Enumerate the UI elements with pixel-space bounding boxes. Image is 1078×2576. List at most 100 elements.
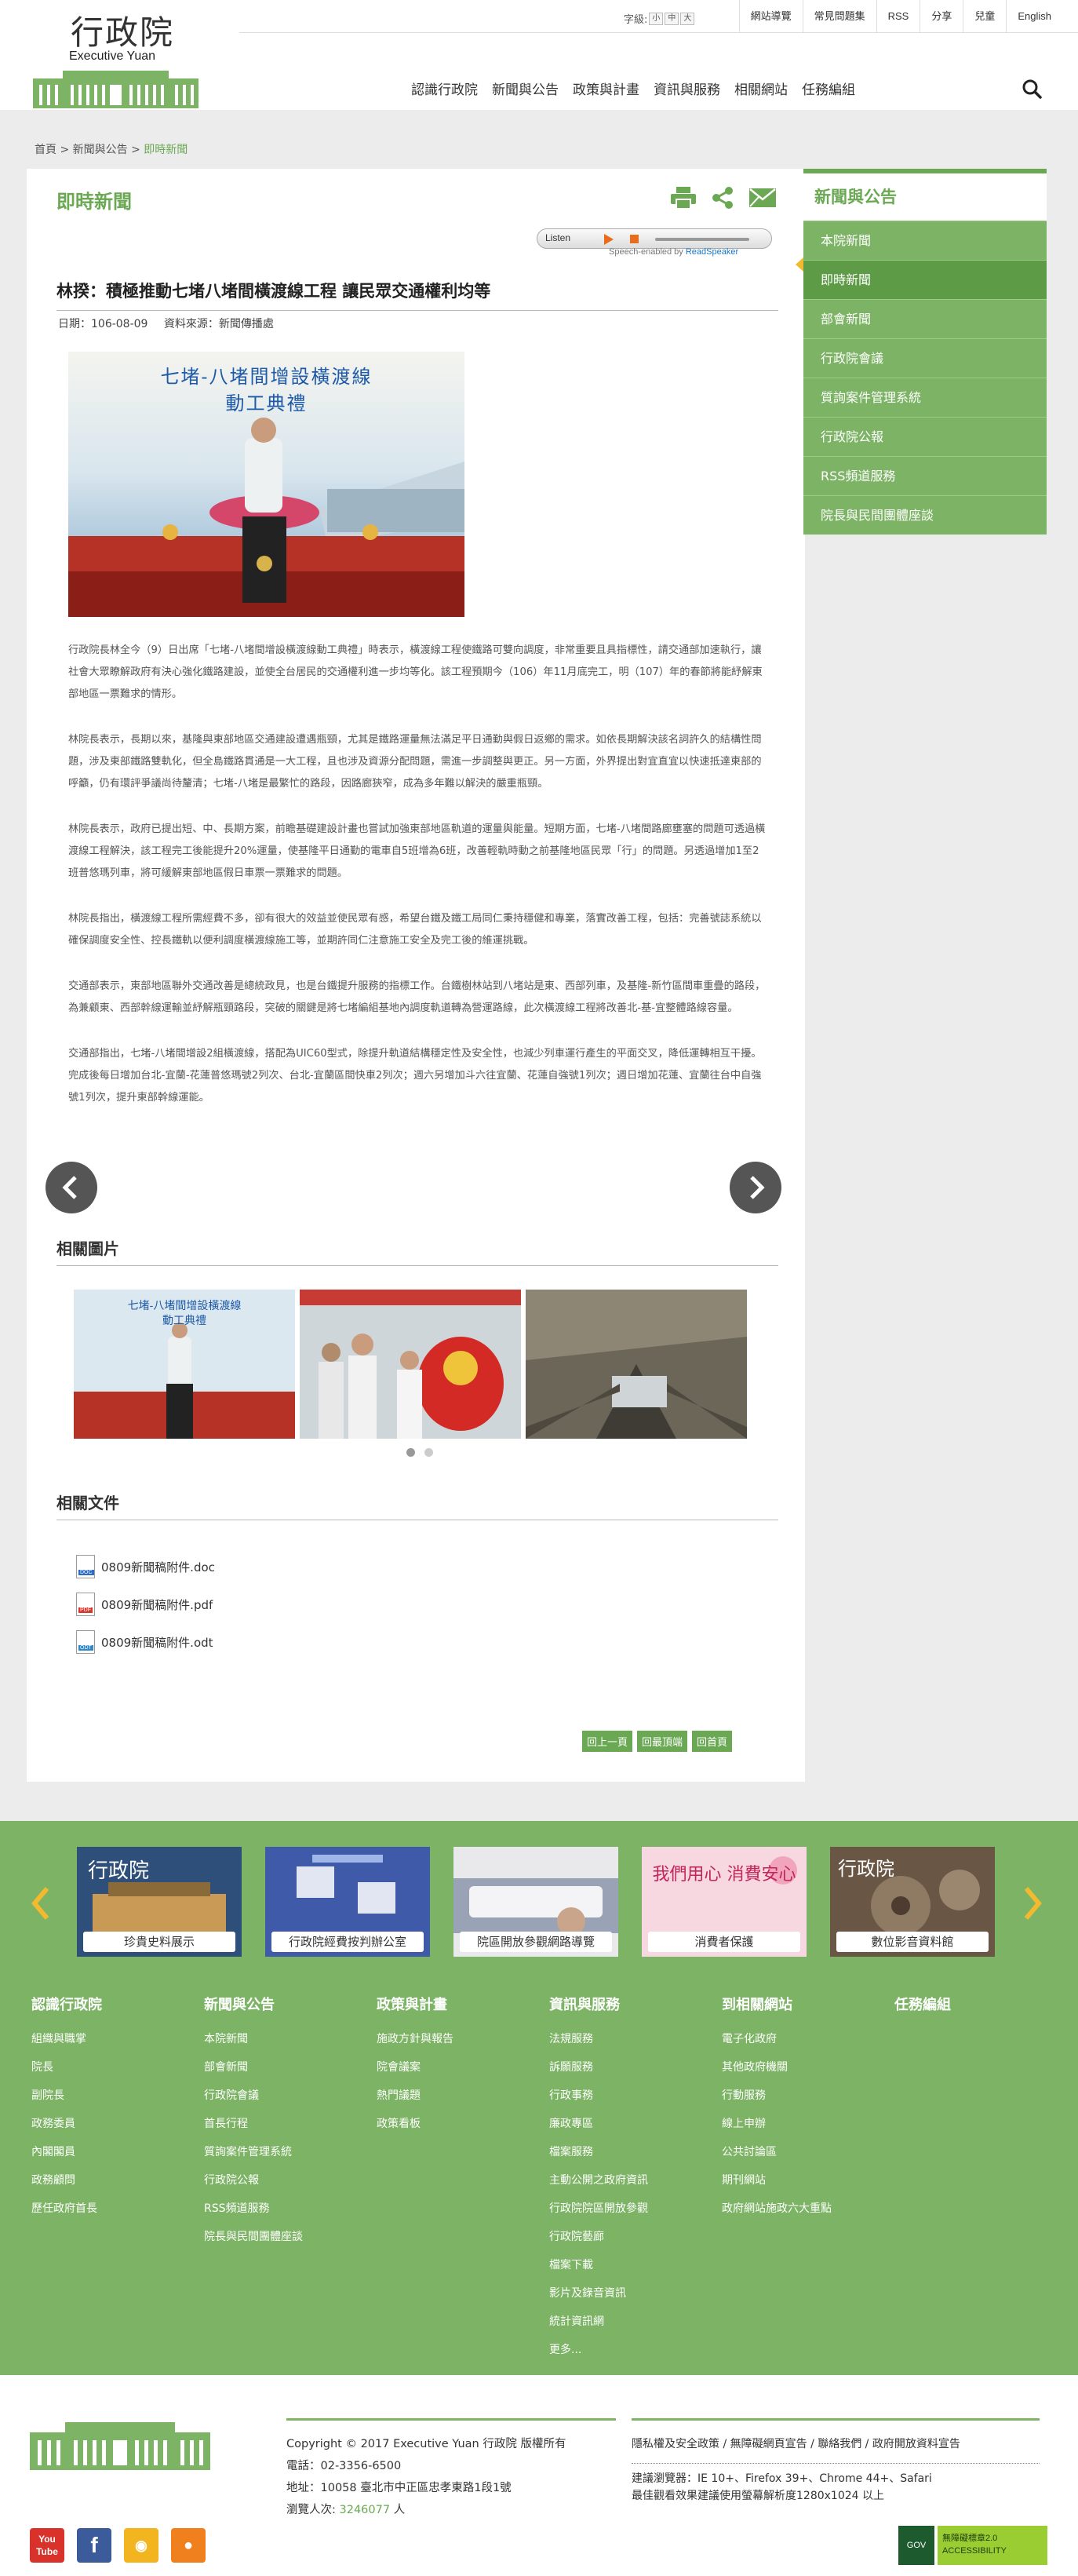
volume-slider[interactable] [655, 238, 749, 241]
gallery-thumb-3[interactable] [526, 1290, 747, 1439]
gallery-prev-button[interactable] [46, 1162, 97, 1213]
top-button[interactable]: 回最頂端 [637, 1731, 688, 1752]
footer-link[interactable]: 政務委員 [31, 2110, 102, 2138]
top-link-sitemap[interactable]: 網站導覽 [738, 0, 803, 33]
top-link-english[interactable]: English [1006, 0, 1062, 33]
font-size-medium[interactable]: 中 [665, 12, 679, 25]
rss-icon[interactable]: ● [171, 2528, 206, 2563]
footer-link[interactable]: 影片及錄音資訊 [549, 2279, 648, 2308]
search-icon[interactable] [1022, 78, 1042, 99]
main-nav-news[interactable]: 新聞與公告 [485, 78, 566, 98]
gallery-dot-2[interactable] [424, 1448, 433, 1457]
main-nav-policy[interactable]: 政策與計畫 [566, 78, 646, 98]
footer-link[interactable]: 政務顧問 [31, 2166, 102, 2195]
footer-link[interactable]: 線上申辦 [722, 2110, 832, 2138]
top-link-kids[interactable]: 兒童 [963, 0, 1006, 33]
font-size-large[interactable]: 大 [680, 12, 695, 25]
policy-links[interactable]: 隱私權及安全政策 / 無障礙網頁宣告 / 聯絡我們 / 政府開放資料宣告 [632, 2433, 1040, 2464]
footer-link[interactable]: 檔案服務 [549, 2138, 648, 2166]
footer-link[interactable]: 更多... [549, 2336, 648, 2364]
footer-link[interactable]: 施政方針與報告 [377, 2025, 453, 2053]
main-nav-services[interactable]: 資訊與服務 [646, 78, 727, 98]
footer-link[interactable]: 其他政府機關 [722, 2053, 832, 2082]
readspeaker-link[interactable]: ReadSpeaker [686, 247, 738, 257]
font-size-small[interactable]: 小 [649, 12, 664, 25]
file-name[interactable]: 0809新聞稿附件.pdf [101, 1596, 213, 1613]
footer-link[interactable]: 法規服務 [549, 2025, 648, 2053]
share-icon[interactable] [711, 186, 734, 210]
side-nav-item-news[interactable]: 本院新聞 [803, 221, 1047, 260]
gallery-dot-1[interactable] [406, 1448, 415, 1457]
top-link-rss[interactable]: RSS [876, 0, 920, 33]
home-button[interactable]: 回首頁 [692, 1731, 733, 1752]
footer-link[interactable]: 院會議案 [377, 2053, 453, 2082]
footer-link[interactable]: 訴願服務 [549, 2053, 648, 2082]
top-link-faq[interactable]: 常見問題集 [802, 0, 876, 33]
gallery-next-button[interactable] [730, 1162, 781, 1213]
top-link-share[interactable]: 分享 [920, 0, 963, 33]
file-name[interactable]: 0809新聞稿附件.odt [101, 1634, 213, 1651]
footer-col-title[interactable]: 任務編組 [894, 1994, 951, 2014]
main-nav-task-forces[interactable]: 任務編組 [795, 78, 862, 98]
banner-tour[interactable]: 院區開放參觀網路導覽 [453, 1847, 618, 1957]
footer-link[interactable]: 本院新聞 [204, 2025, 303, 2053]
footer-link[interactable]: 行政院院區開放參觀 [549, 2195, 648, 2223]
side-nav-item-gazette[interactable]: 行政院公報 [803, 417, 1047, 456]
footer-link[interactable]: 期刊網站 [722, 2166, 832, 2195]
main-nav-about[interactable]: 認識行政院 [404, 78, 485, 98]
footer-col-title[interactable]: 政策與計畫 [377, 1994, 453, 2014]
side-nav-item-ministry-news[interactable]: 部會新聞 [803, 299, 1047, 338]
side-nav-item-instant-news[interactable]: 即時新聞 [803, 260, 1047, 299]
site-logo[interactable]: 行政院 Executive Yuan [31, 6, 204, 110]
footer-col-title[interactable]: 資訊與服務 [549, 1994, 648, 2014]
footer-link[interactable]: 政策看板 [377, 2110, 453, 2138]
print-icon[interactable] [670, 186, 697, 210]
footer-col-title[interactable]: 到相關網站 [722, 1994, 832, 2014]
footer-link[interactable]: 主動公開之政府資訊 [549, 2166, 648, 2195]
side-nav-item-forums[interactable]: 院長與民間團體座談 [803, 495, 1047, 535]
footer-col-title[interactable]: 新聞與公告 [204, 1994, 303, 2014]
banner-history[interactable]: 行政院 珍貴史料展示 [77, 1847, 242, 1957]
banner-budget[interactable]: 行政院經費按判辦公室 [265, 1847, 430, 1957]
banner-consumer[interactable]: 我們用心 消費安心 消費者保護 [642, 1847, 807, 1957]
footer-link[interactable]: 部會新聞 [204, 2053, 303, 2082]
footer-link[interactable]: 電子化政府 [722, 2025, 832, 2053]
footer-link[interactable]: 政府網站施政六大重點 [722, 2195, 832, 2223]
accessibility-badge[interactable]: GOV 無障礙標章2.0 ACCESSIBILITY [898, 2526, 1047, 2565]
mail-icon[interactable] [748, 186, 777, 210]
footer-link[interactable]: 副院長 [31, 2082, 102, 2110]
flickr-icon[interactable]: ◉ [124, 2528, 158, 2563]
footer-link[interactable]: 統計資訊網 [549, 2308, 648, 2336]
footer-link[interactable]: 行政事務 [549, 2082, 648, 2110]
banner-media[interactable]: 行政院 數位影音資料館 [830, 1847, 995, 1957]
footer-building-logo[interactable] [30, 2418, 210, 2473]
footer-link[interactable]: 首長行程 [204, 2110, 303, 2138]
youtube-icon[interactable]: You Tube [30, 2528, 64, 2563]
gallery-thumb-2[interactable] [300, 1290, 521, 1439]
play-icon[interactable] [604, 234, 614, 245]
stop-icon[interactable] [630, 235, 639, 243]
main-nav-related-sites[interactable]: 相關網站 [727, 78, 795, 98]
banner-prev-icon[interactable] [28, 1884, 52, 1923]
side-nav-item-interpellation[interactable]: 質詢案件管理系統 [803, 378, 1047, 417]
footer-link[interactable]: 組織與職掌 [31, 2025, 102, 2053]
footer-link[interactable]: 廉政專區 [549, 2110, 648, 2138]
file-name[interactable]: 0809新聞稿附件.doc [101, 1559, 215, 1575]
file-item[interactable]: DOC 0809新聞稿附件.doc [76, 1548, 215, 1585]
breadcrumb-home[interactable]: 首頁 [35, 144, 56, 156]
facebook-icon[interactable]: f [77, 2528, 111, 2563]
footer-link[interactable]: 行政院藝廊 [549, 2223, 648, 2251]
side-nav-item-rss[interactable]: RSS頻道服務 [803, 456, 1047, 495]
footer-link[interactable]: 行政院公報 [204, 2166, 303, 2195]
gallery-thumb-1[interactable]: 七堵-八堵間增設橫渡線 動工典禮 [74, 1290, 295, 1439]
footer-link[interactable]: 院長與民間團體座談 [204, 2223, 303, 2251]
footer-col-title[interactable]: 認識行政院 [31, 1994, 102, 2014]
side-nav-item-cabinet-meeting[interactable]: 行政院會議 [803, 338, 1047, 378]
footer-link[interactable]: 檔案下載 [549, 2251, 648, 2279]
footer-link[interactable]: 公共討論區 [722, 2138, 832, 2166]
file-item[interactable]: PDF 0809新聞稿附件.pdf [76, 1585, 215, 1623]
breadcrumb-news[interactable]: 新聞與公告 [73, 144, 128, 156]
footer-link[interactable]: 行政院會議 [204, 2082, 303, 2110]
banner-next-icon[interactable] [1022, 1884, 1045, 1923]
footer-link[interactable]: 歷任政府首長 [31, 2195, 102, 2223]
